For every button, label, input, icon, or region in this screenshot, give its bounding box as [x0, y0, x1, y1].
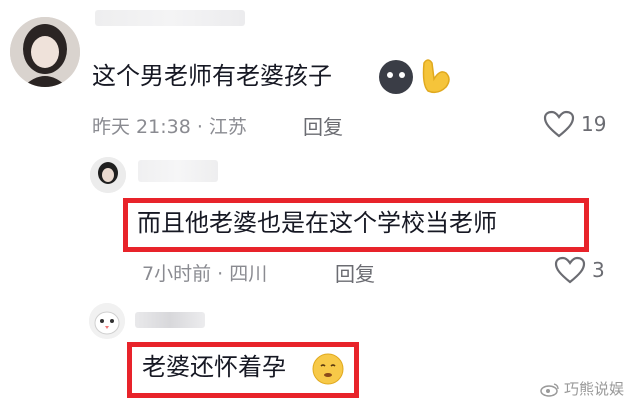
like-count: 19: [581, 112, 607, 136]
watermark: 巧熊说娱: [540, 378, 624, 399]
comment-meta: 7小时前 · 四川: [142, 263, 268, 285]
reply-button[interactable]: 回复: [335, 258, 375, 287]
user-avatar-icon: [89, 303, 125, 339]
avatar[interactable]: [10, 17, 80, 87]
avatar[interactable]: [89, 303, 125, 339]
username-blurred: [135, 312, 205, 328]
username-blurred: [95, 10, 245, 26]
comment-text: 而且他老婆也是在这个学校当老师: [137, 209, 497, 237]
heart-icon: [554, 256, 586, 284]
user-avatar-icon: [90, 157, 126, 193]
thinking-face-emoji-icon: [312, 353, 344, 385]
reply-button[interactable]: 回复: [303, 111, 343, 140]
comment-meta: 昨天 21:38 · 江苏: [92, 116, 247, 138]
watermark-text: 巧熊说娱: [564, 380, 625, 398]
like-button[interactable]: 19: [543, 110, 606, 138]
like-button[interactable]: 3: [554, 256, 605, 284]
yellow-hand-emoji-icon: [422, 59, 450, 94]
comment-text: 老婆还怀着孕: [142, 353, 286, 381]
weibo-logo-icon: [540, 382, 559, 397]
avatar[interactable]: [90, 157, 126, 193]
heart-icon: [543, 110, 575, 138]
username-blurred: [138, 160, 218, 182]
like-count: 3: [592, 258, 605, 282]
comment-text: 这个男老师有老婆孩子: [92, 62, 332, 90]
user-avatar-icon: [10, 17, 80, 87]
dark-emoji-icon: [379, 60, 413, 94]
